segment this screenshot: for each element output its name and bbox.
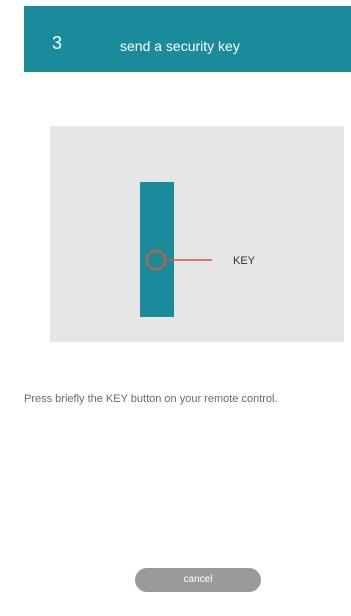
remote-control-body bbox=[140, 182, 174, 317]
remote-key-illustration: KEY bbox=[50, 126, 344, 342]
key-label: KEY bbox=[233, 255, 256, 267]
security-key-screen: 3 send a security key KEY Press briefly … bbox=[0, 0, 351, 616]
page-title: send a security key bbox=[120, 38, 240, 54]
remote-control-diagram: KEY bbox=[140, 182, 256, 317]
cancel-button[interactable]: cancel bbox=[135, 568, 261, 592]
step-number: 3 bbox=[52, 33, 63, 53]
step-header: 3 send a security key bbox=[24, 6, 351, 72]
instruction-text: Press briefly the KEY button on your rem… bbox=[24, 393, 278, 405]
